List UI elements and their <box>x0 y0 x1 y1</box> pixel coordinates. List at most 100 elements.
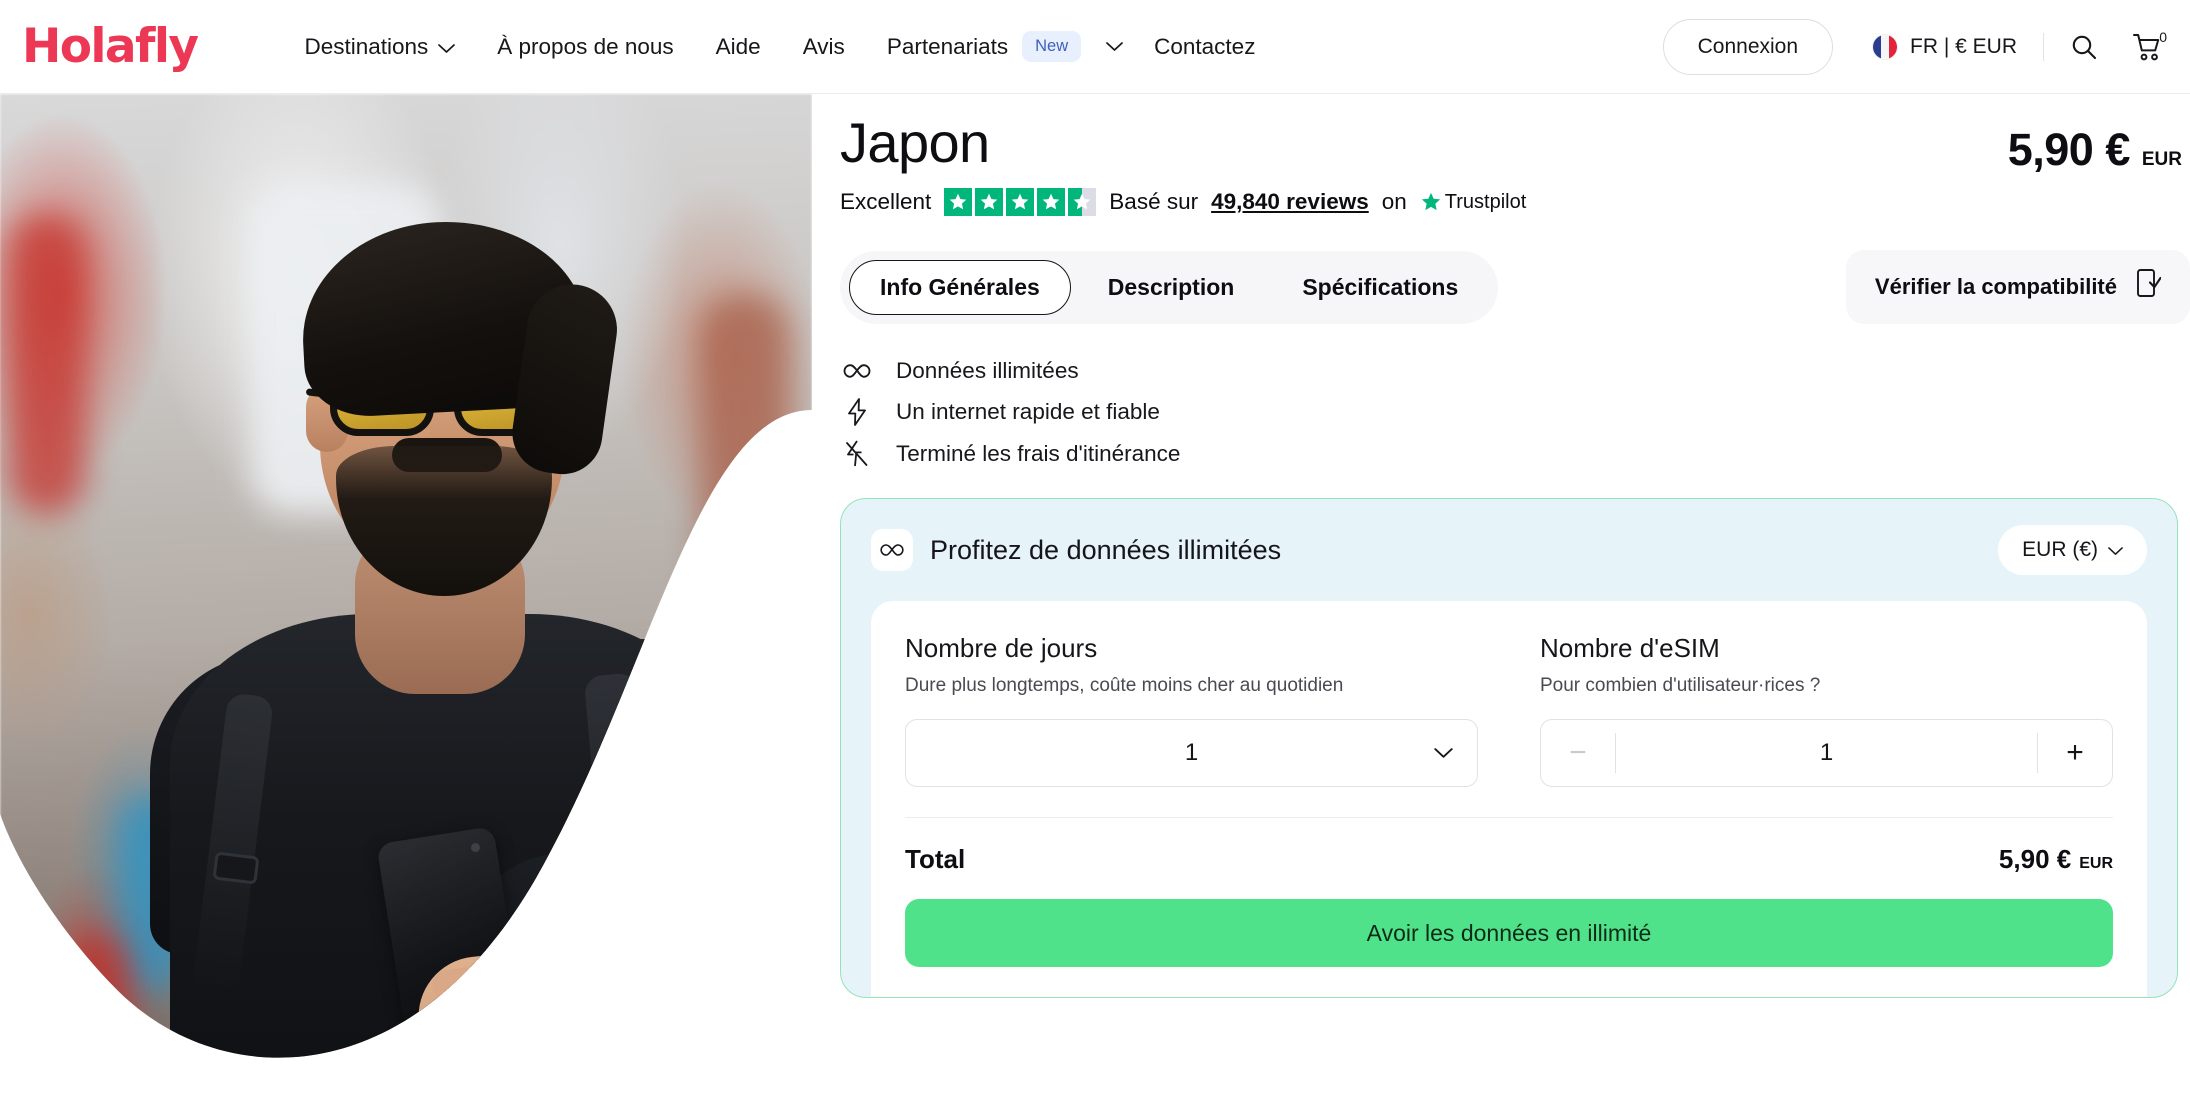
lightning-bolt-off-icon <box>840 440 874 468</box>
nav-item-partnerships[interactable]: Partenariats New <box>866 19 1102 75</box>
product-price-currency: EUR <box>2141 149 2182 170</box>
cart-count-badge: 0 <box>2159 28 2167 45</box>
hero-image-section <box>0 94 812 1117</box>
total-label: Total <box>905 844 966 874</box>
tab-info-generales[interactable]: Info Générales <box>849 259 1071 315</box>
trustpilot-star-icon <box>1421 192 1440 211</box>
buy-unlimited-data-button[interactable]: Avoir les données en illimité <box>905 899 2113 967</box>
site-header: Holafly Destinations À propos de nous Ai… <box>0 0 2190 94</box>
trustpilot-on-label: on <box>1381 189 1407 214</box>
days-value: 1 <box>1184 739 1199 766</box>
hero-subject <box>0 94 812 1117</box>
login-button[interactable]: Connexion <box>1662 18 1834 75</box>
trustpilot-stars <box>944 188 1097 216</box>
logo-text: Holafly <box>22 19 199 74</box>
selector-grid: Nombre de jours Dure plus longtemps, coû… <box>905 633 2113 787</box>
esim-quantity-stepper: − 1 + <box>1540 719 2113 787</box>
main-navigation: Destinations À propos de nous Aide Avis … <box>283 19 1276 75</box>
esim-selector-title: Nombre d'eSIM <box>1540 633 1720 663</box>
product-price-amount: 5,90 € <box>2007 124 2131 175</box>
feature-label-fast-internet: Un internet rapide et fiable <box>896 399 1160 424</box>
esim-quantity-value: 1 <box>1819 739 1834 766</box>
france-flag-icon <box>1873 34 1898 59</box>
lightning-bolt-icon <box>840 398 874 426</box>
page-title: Japon <box>840 111 990 174</box>
page-root: Holafly Destinations À propos de nous Ai… <box>0 0 2190 1117</box>
hero-photo-traveler-with-phone <box>0 94 812 1117</box>
star-icon-3 <box>1006 188 1035 216</box>
total-amount: 5,90 € <box>1998 844 2072 874</box>
feature-item-unlimited-data: Données illimitées <box>840 358 2190 384</box>
feature-list: Données illimitées Un internet rapide et… <box>840 358 2190 468</box>
nav-label-about: À propos de nous <box>497 33 674 59</box>
phone-check-icon <box>2135 269 2162 305</box>
trustpilot-reviews-count[interactable]: 49,840 reviews <box>1211 189 1369 215</box>
hero-image-clip <box>0 94 812 1117</box>
star-icon-4 <box>1037 188 1066 216</box>
chevron-down-icon <box>438 34 456 60</box>
total-row: Total 5,90 € EUR <box>905 844 2113 875</box>
nav-item-about[interactable]: À propos de nous <box>476 19 694 75</box>
currency-selector[interactable]: EUR (€) <box>1998 525 2147 575</box>
days-selector-title: Nombre de jours <box>905 633 1098 663</box>
star-icon-1 <box>944 188 973 216</box>
holafly-logo[interactable]: Holafly <box>22 19 199 74</box>
nav-item-contact[interactable]: Contactez <box>1133 19 1276 75</box>
product-detail-panel: Japon 5,90 € EUR Excellent Basé sur 49,8… <box>840 94 2190 998</box>
nav-label-help: Aide <box>715 33 761 59</box>
offer-title: Profitez de données illimitées <box>930 534 1282 565</box>
total-divider <box>905 817 2113 818</box>
check-compatibility-button[interactable]: Vérifier la compatibilité <box>1845 250 2190 324</box>
trustpilot-brand-label: Trustpilot <box>1444 190 1527 213</box>
days-dropdown[interactable]: 1 <box>905 719 1478 787</box>
check-compatibility-label: Vérifier la compatibilité <box>1874 274 2117 299</box>
product-tabs: Info Générales Description Spécification… <box>840 250 1499 324</box>
infinity-icon <box>840 362 874 380</box>
nav-item-reviews[interactable]: Avis <box>782 19 866 75</box>
trustpilot-brand: Trustpilot <box>1420 190 1527 214</box>
header-actions: Connexion FR | € EUR 0 <box>1662 18 2190 75</box>
tab-description[interactable]: Description <box>1077 260 1266 315</box>
feature-label-unlimited-data: Données illimitées <box>896 358 1079 383</box>
offer-header: Profitez de données illimitées EUR (€) <box>871 525 2147 575</box>
star-icon-5-half <box>1068 188 1097 216</box>
total-currency: EUR <box>2079 855 2113 872</box>
trustpilot-based-on-label: Basé sur <box>1109 189 1199 214</box>
locale-label: FR | € EUR <box>1910 34 2017 58</box>
feature-label-no-roaming: Terminé les frais d'itinérance <box>896 441 1181 466</box>
nav-label-destinations: Destinations <box>304 33 429 59</box>
tabs-and-compat-row: Info Générales Description Spécification… <box>840 250 2190 324</box>
header-divider <box>2043 32 2044 61</box>
nav-label-reviews: Avis <box>802 33 845 59</box>
esim-selector-subtitle: Pour combien d'utilisateur·rices ? <box>1540 675 1821 696</box>
feature-item-no-roaming: Terminé les frais d'itinérance <box>840 440 2190 468</box>
product-title-row: Japon 5,90 € EUR <box>840 94 2190 176</box>
esim-increment-button[interactable]: + <box>2038 720 2112 786</box>
trustpilot-rating-word: Excellent <box>840 189 932 214</box>
esim-decrement-button[interactable]: − <box>1541 720 1615 786</box>
tab-specifications[interactable]: Spécifications <box>1271 260 1489 315</box>
feature-item-fast-internet: Un internet rapide et fiable <box>840 398 2190 426</box>
search-icon[interactable] <box>2070 33 2098 61</box>
chevron-down-icon <box>2108 538 2123 562</box>
locale-selector[interactable]: FR | € EUR <box>1873 34 2017 59</box>
infinity-icon <box>871 529 913 571</box>
esim-selector-group: Nombre d'eSIM Pour combien d'utilisateur… <box>1540 633 2113 787</box>
days-selector-subtitle: Dure plus longtemps, coûte moins cher au… <box>905 675 1344 696</box>
nav-item-destinations[interactable]: Destinations <box>283 19 476 75</box>
trustpilot-rating[interactable]: Excellent Basé sur 49,840 reviews on Tru… <box>840 188 2190 216</box>
nav-label-contact: Contactez <box>1154 33 1256 59</box>
nav-label-partnerships: Partenariats <box>886 33 1009 59</box>
product-price: 5,90 € EUR <box>2008 94 2190 176</box>
nav-item-help[interactable]: Aide <box>695 19 782 75</box>
offer-configurator: Nombre de jours Dure plus longtemps, coû… <box>871 601 2147 997</box>
star-icon-2 <box>975 188 1004 216</box>
cart-icon[interactable]: 0 <box>2132 28 2167 62</box>
offer-card: Profitez de données illimitées EUR (€) N… <box>840 498 2178 998</box>
days-selector-group: Nombre de jours Dure plus longtemps, coû… <box>905 633 1478 787</box>
chevron-down-icon <box>1434 747 1453 759</box>
total-price: 5,90 € EUR <box>1999 844 2113 875</box>
nav-badge-new: New <box>1022 31 1082 62</box>
nav-partnerships-chevron-down-icon[interactable] <box>1102 41 1133 52</box>
currency-selector-value: EUR (€) <box>2022 538 2098 561</box>
